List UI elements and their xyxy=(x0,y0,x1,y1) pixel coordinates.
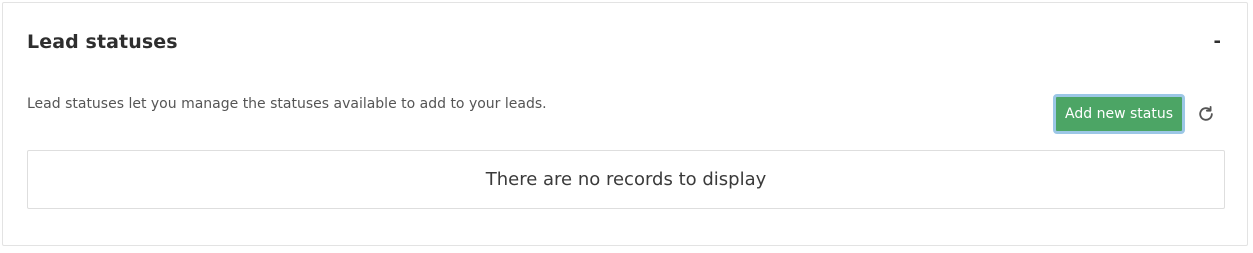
panel-actions: Add new status xyxy=(1053,94,1217,134)
add-new-status-button[interactable]: Add new status xyxy=(1053,94,1185,134)
panel-title: Lead statuses xyxy=(27,31,178,53)
refresh-icon[interactable] xyxy=(1195,103,1217,125)
panel-header: Lead statuses - xyxy=(27,29,1223,55)
lead-statuses-panel: Lead statuses - Lead statuses let you ma… xyxy=(2,2,1248,246)
empty-state-message: There are no records to display xyxy=(485,169,767,190)
refresh-icon-graphic xyxy=(1199,106,1213,121)
collapse-toggle-button[interactable]: - xyxy=(1212,33,1223,51)
panel-description: Lead statuses let you manage the statuse… xyxy=(27,96,547,112)
records-table: There are no records to display xyxy=(27,150,1225,209)
